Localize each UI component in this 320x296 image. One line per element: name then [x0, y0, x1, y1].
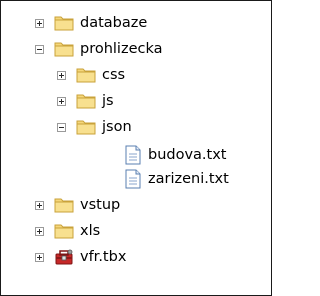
folder-icon — [76, 118, 96, 136]
folder-icon — [76, 92, 96, 110]
expand-toggle-plus[interactable] — [35, 200, 44, 210]
tree-item-label: xls — [80, 223, 101, 239]
expand-toggle-plus[interactable] — [57, 96, 66, 106]
tree-item-label: budova.txt — [148, 147, 227, 163]
folder-icon — [54, 196, 74, 214]
tree-item-js[interactable]: js — [57, 89, 114, 113]
tree-item-budova-txt[interactable]: budova.txt — [124, 143, 227, 167]
folder-icon — [54, 222, 74, 240]
tree-item-label: vstup — [80, 197, 121, 213]
collapse-toggle-minus[interactable] — [57, 122, 66, 132]
tree-item-label: css — [102, 67, 126, 83]
catalog-tree-panel: databaze prohlizecka css js json budova.… — [0, 0, 272, 296]
tree-item-vstup[interactable]: vstup — [35, 193, 120, 217]
text-file-icon — [124, 169, 142, 189]
tree-item-vfr-tbx[interactable]: vfr.tbx — [35, 245, 126, 269]
tree-item-prohlizecka[interactable]: prohlizecka — [35, 37, 163, 61]
tree-item-zarizeni-txt[interactable]: zarizeni.txt — [124, 167, 229, 191]
folder-icon — [76, 66, 96, 84]
tree-item-label: databaze — [80, 15, 148, 31]
expand-toggle-plus[interactable] — [35, 18, 44, 28]
tree-item-label: zarizeni.txt — [148, 171, 229, 187]
tree-item-label: prohlizecka — [80, 41, 163, 57]
toolbox-icon — [54, 248, 74, 266]
tree-item-label: json — [102, 119, 132, 135]
tree-item-label: vfr.tbx — [80, 249, 127, 265]
expand-toggle-plus[interactable] — [35, 226, 44, 236]
tree-item-databaze[interactable]: databaze — [35, 11, 147, 35]
tree-item-css[interactable]: css — [57, 63, 125, 87]
collapse-toggle-minus[interactable] — [35, 44, 44, 54]
tree-item-xls[interactable]: xls — [35, 219, 100, 243]
expand-toggle-plus[interactable] — [57, 70, 66, 80]
text-file-icon — [124, 145, 142, 165]
expand-toggle-plus[interactable] — [35, 252, 44, 262]
folder-icon — [54, 14, 74, 32]
folder-icon — [54, 40, 74, 58]
tree-item-label: js — [102, 93, 114, 109]
tree-item-json[interactable]: json — [57, 115, 132, 139]
